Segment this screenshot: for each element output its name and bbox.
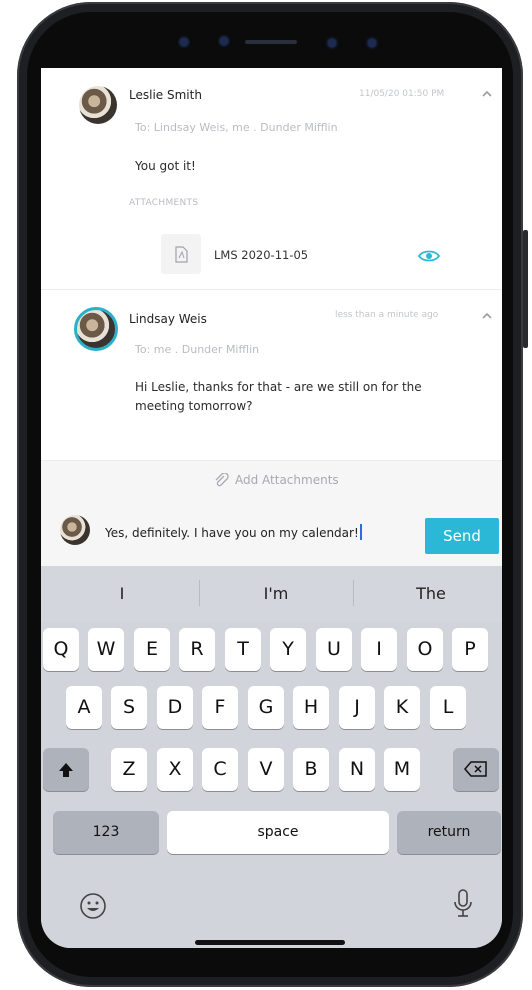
key-l[interactable]: L [430, 686, 466, 729]
home-indicator [195, 940, 345, 945]
return-key[interactable]: return [397, 811, 501, 854]
key-v[interactable]: V [248, 748, 284, 791]
reply-input[interactable]: Yes, definitely. I have you on my calend… [97, 516, 387, 546]
avatar [60, 515, 90, 545]
key-t[interactable]: T [225, 628, 261, 671]
sender-name: Leslie Smith [129, 88, 202, 102]
shift-key[interactable] [43, 748, 89, 791]
key-f[interactable]: F [202, 686, 238, 729]
message-body-line: Hi Leslie, thanks for that - are we stil… [135, 380, 422, 394]
key-u[interactable]: U [316, 628, 352, 671]
file-thumbnail [161, 234, 201, 274]
on-screen-keyboard: I I'm The Q W E R T Y U I O P A S D F G … [41, 566, 502, 948]
attachments-label: ATTACHMENTS [129, 198, 199, 208]
eye-icon[interactable] [418, 248, 440, 264]
sensor-dot [220, 37, 228, 45]
key-y[interactable]: Y [270, 628, 306, 671]
key-z[interactable]: Z [111, 748, 147, 791]
key-g[interactable]: G [248, 686, 284, 729]
suggestion-item[interactable]: The [356, 584, 502, 603]
space-key[interactable]: space [167, 811, 389, 854]
microphone-icon[interactable] [453, 888, 473, 920]
key-s[interactable]: S [111, 686, 147, 729]
suggestion-item[interactable]: I [47, 584, 197, 603]
key-o[interactable]: O [407, 628, 443, 671]
sender-name: Lindsay Weis [129, 312, 207, 326]
message-timestamp: less than a minute ago [335, 310, 439, 320]
key-w[interactable]: W [88, 628, 124, 671]
recipients-line: To: Lindsay Weis, me . Dunder Mifflin [135, 121, 338, 134]
suggestion-divider [199, 580, 200, 606]
key-x[interactable]: X [157, 748, 193, 791]
message-timestamp: 11/05/20 01:50 PM [359, 89, 445, 99]
key-d[interactable]: D [157, 686, 193, 729]
sensor-dot [328, 39, 336, 47]
key-h[interactable]: H [293, 686, 329, 729]
suggestion-bar: I I'm The [41, 566, 502, 622]
shift-arrow-icon [59, 763, 73, 777]
chevron-up-icon[interactable] [481, 310, 493, 322]
backspace-icon [464, 761, 487, 777]
reply-input-text: Yes, definitely. I have you on my calend… [105, 526, 359, 540]
message-card: Leslie Smith 11/05/20 01:50 PM To: Linds… [41, 68, 502, 290]
key-e[interactable]: E [134, 628, 170, 671]
key-a[interactable]: A [66, 686, 102, 729]
key-q[interactable]: Q [43, 628, 79, 671]
numbers-key[interactable]: 123 [53, 811, 159, 854]
key-i[interactable]: I [361, 628, 397, 671]
key-r[interactable]: R [179, 628, 215, 671]
paperclip-icon [215, 473, 229, 487]
key-k[interactable]: K [384, 686, 420, 729]
backspace-key[interactable] [453, 748, 499, 791]
emoji-icon[interactable] [79, 892, 107, 920]
key-c[interactable]: C [202, 748, 238, 791]
add-attachments-label: Add Attachments [235, 473, 339, 487]
compose-bar: Yes, definitely. I have you on my calend… [41, 498, 502, 566]
sensor-dot [368, 39, 376, 47]
key-m[interactable]: M [384, 748, 420, 791]
phone-sensor-bar [150, 28, 390, 56]
suggestion-item[interactable]: I'm [201, 584, 351, 603]
recipients-line: To: me . Dunder Mifflin [135, 343, 260, 356]
message-card: Lindsay Weis less than a minute ago To: … [41, 290, 502, 460]
avatar [74, 307, 118, 351]
message-body-line: meeting tomorrow? [135, 399, 253, 413]
message-body: You got it! [135, 159, 196, 173]
earpiece-speaker [245, 40, 297, 44]
send-button[interactable]: Send [425, 518, 499, 554]
suggestion-divider [353, 580, 354, 606]
app-screen: Leslie Smith 11/05/20 01:50 PM To: Linds… [41, 68, 502, 948]
key-n[interactable]: N [339, 748, 375, 791]
add-attachments-bar[interactable]: Add Attachments [41, 460, 502, 498]
power-button [523, 230, 528, 348]
attachment-name[interactable]: LMS 2020-11-05 [214, 248, 308, 262]
key-j[interactable]: J [339, 686, 375, 729]
sensor-dot [180, 38, 188, 46]
chevron-up-icon[interactable] [481, 88, 493, 100]
avatar [79, 86, 117, 124]
pdf-file-icon [175, 246, 188, 263]
text-cursor [359, 524, 362, 540]
key-p[interactable]: P [452, 628, 488, 671]
key-b[interactable]: B [293, 748, 329, 791]
